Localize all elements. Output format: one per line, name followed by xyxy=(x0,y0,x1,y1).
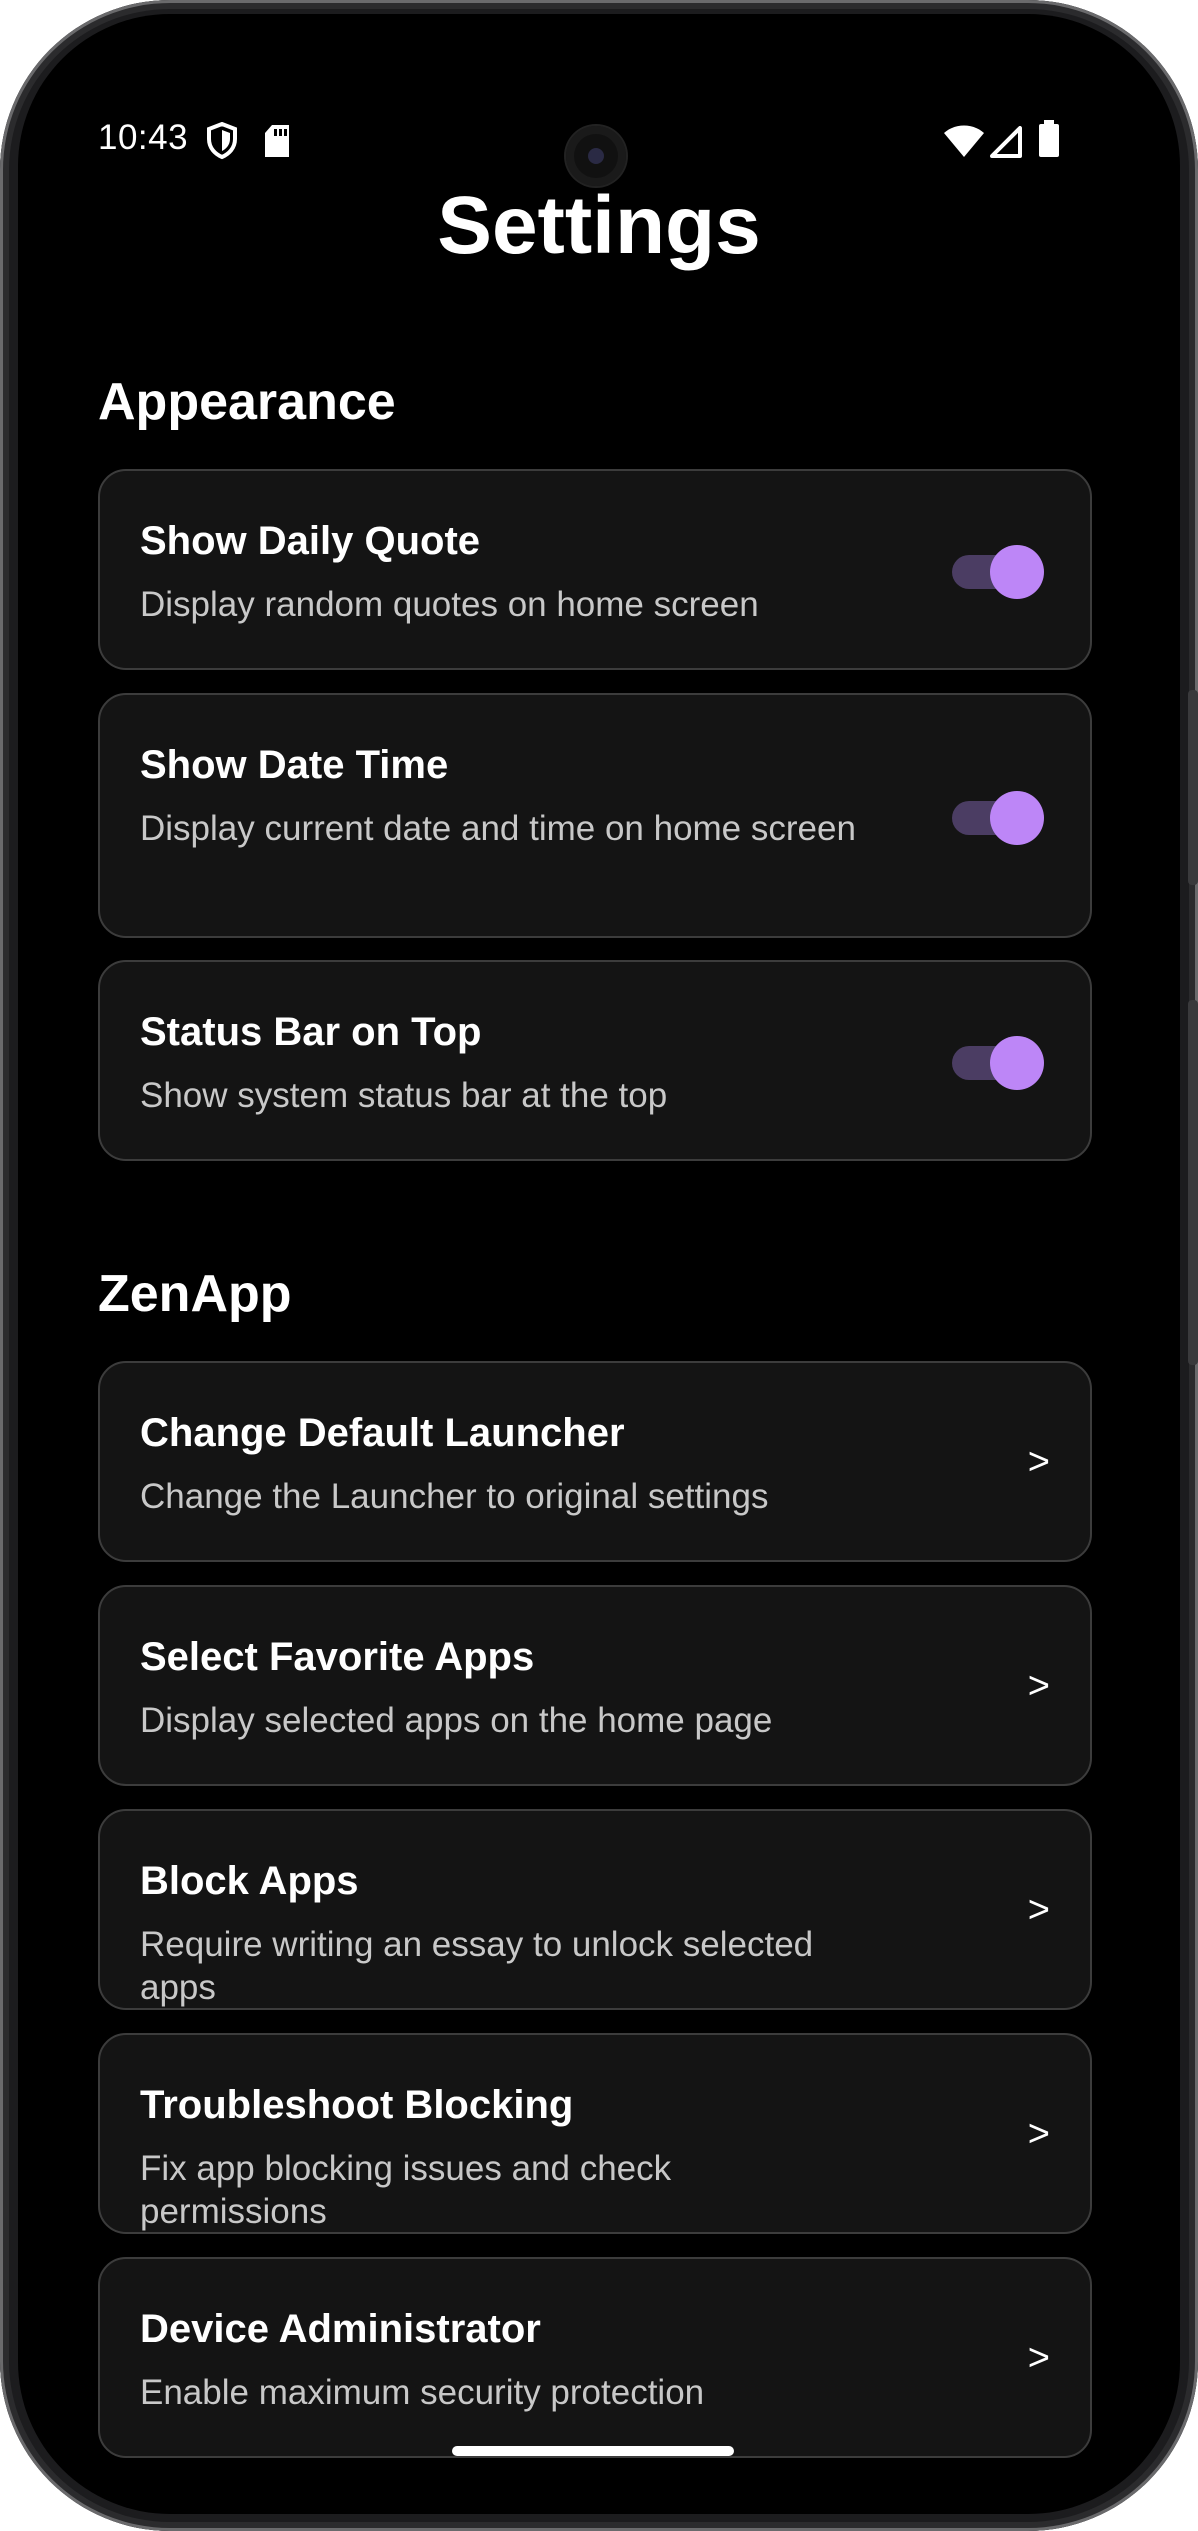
setting-subtitle: Display random quotes on home screen xyxy=(140,585,759,624)
sd-card-icon xyxy=(263,124,291,163)
status-bar-on-top-toggle[interactable] xyxy=(952,1036,1044,1090)
setting-title: Device Administrator xyxy=(140,2307,541,2351)
setting-subtitle: Require writing an essay to unlock selec… xyxy=(140,1925,814,2007)
cell-signal-icon xyxy=(990,126,1022,163)
show-daily-quote-toggle[interactable] xyxy=(952,545,1044,599)
setting-subtitle: Fix app blocking issues and check permis… xyxy=(140,2149,672,2231)
chevron-right-icon: > xyxy=(1027,2337,1050,2379)
setting-show-daily-quote[interactable]: Show Daily Quote Display random quotes o… xyxy=(98,469,1092,670)
wifi-icon xyxy=(943,124,985,163)
setting-title: Status Bar on Top xyxy=(140,1010,482,1054)
setting-title: Troubleshoot Blocking xyxy=(140,2083,574,2127)
battery-icon xyxy=(1038,120,1060,163)
setting-device-administrator[interactable]: Device Administrator Enable maximum secu… xyxy=(98,2257,1092,2458)
section-title-appearance: Appearance xyxy=(98,373,396,431)
shield-icon xyxy=(206,121,238,165)
chevron-right-icon: > xyxy=(1027,1441,1050,1483)
setting-subtitle: Display current date and time on home sc… xyxy=(140,809,856,848)
show-date-time-toggle[interactable] xyxy=(952,791,1044,845)
home-indicator[interactable] xyxy=(452,2446,734,2456)
screen: 10:43 Settings Appearance Show Daily Quo… xyxy=(18,14,1180,2514)
setting-subtitle: Enable maximum security protection xyxy=(140,2373,705,2412)
chevron-right-icon: > xyxy=(1027,1889,1050,1931)
chevron-right-icon: > xyxy=(1027,2113,1050,2155)
volume-button xyxy=(1188,690,1198,885)
setting-title: Select Favorite Apps xyxy=(140,1635,535,1679)
setting-subtitle: Display selected apps on the home page xyxy=(140,1701,773,1740)
setting-title: Change Default Launcher xyxy=(140,1411,625,1455)
setting-select-favorite-apps[interactable]: Select Favorite Apps Display selected ap… xyxy=(98,1585,1092,1786)
chevron-right-icon: > xyxy=(1027,1665,1050,1707)
setting-status-bar-on-top[interactable]: Status Bar on Top Show system status bar… xyxy=(98,960,1092,1161)
phone-frame: 10:43 Settings Appearance Show Daily Quo… xyxy=(0,0,1198,2531)
front-camera xyxy=(566,126,626,186)
toggle-thumb xyxy=(990,1036,1044,1090)
power-button xyxy=(1188,1000,1198,1365)
toggle-thumb xyxy=(990,545,1044,599)
setting-title: Show Daily Quote xyxy=(140,519,481,563)
status-time: 10:43 xyxy=(98,118,189,157)
toggle-thumb xyxy=(990,791,1044,845)
section-title-zenapp: ZenApp xyxy=(98,1265,292,1323)
page-title: Settings xyxy=(437,180,761,271)
setting-title: Block Apps xyxy=(140,1859,359,1903)
setting-change-default-launcher[interactable]: Change Default Launcher Change the Launc… xyxy=(98,1361,1092,1562)
setting-block-apps[interactable]: Block Apps Require writing an essay to u… xyxy=(98,1809,1092,2010)
setting-show-date-time[interactable]: Show Date Time Display current date and … xyxy=(98,693,1092,938)
setting-troubleshoot-blocking[interactable]: Troubleshoot Blocking Fix app blocking i… xyxy=(98,2033,1092,2234)
setting-subtitle: Show system status bar at the top xyxy=(140,1076,668,1115)
setting-title: Show Date Time xyxy=(140,743,449,787)
setting-subtitle: Change the Launcher to original settings xyxy=(140,1477,769,1516)
status-bar: 10:43 xyxy=(18,14,1180,160)
